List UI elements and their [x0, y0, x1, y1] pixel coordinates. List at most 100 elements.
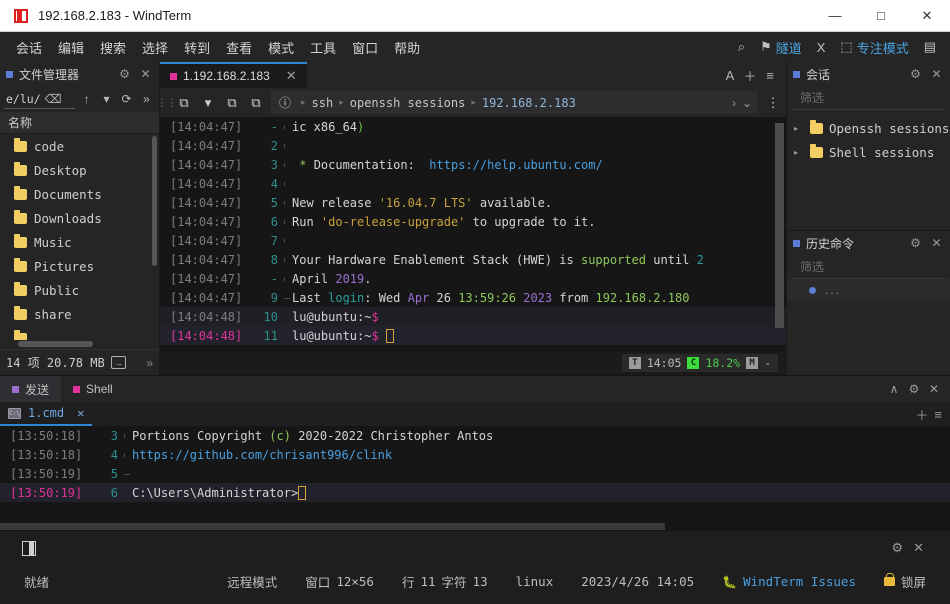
terminal-output[interactable]: [14:04:47] - ic x86_64) [14:04:47] 2 [14:04:4… — [160, 117, 786, 351]
list-item[interactable]: Desktop — [0, 158, 159, 182]
file-list-scrollbar[interactable] — [152, 136, 157, 266]
list-item[interactable]: Documents — [0, 182, 159, 206]
status-mode[interactable]: 远程模式 — [227, 572, 277, 591]
add-tab-icon[interactable]: ＋ — [741, 66, 759, 84]
line-segment: 2023 — [523, 290, 553, 305]
file-list[interactable]: code Desktop Documents Downloads Music P… — [0, 134, 159, 340]
sessions-filter-placeholder: 筛选 — [800, 91, 825, 105]
status-window-size[interactable]: 窗口 12×56 — [305, 572, 374, 591]
close-icon[interactable]: ✕ — [138, 67, 153, 82]
sessions-tree[interactable]: ▸ Openssh sessions ▸ Shell sessions — [787, 110, 950, 230]
history-list[interactable]: ... — [787, 279, 950, 375]
font-icon[interactable]: A — [721, 66, 739, 84]
tab-menu-icon[interactable]: ≡ — [934, 407, 942, 422]
menu-item-view[interactable]: 查看 — [218, 35, 260, 60]
duplicate-session-icon[interactable]: ⧉ — [245, 92, 267, 114]
transfer-icon[interactable]: → — [110, 356, 126, 369]
terminal-scrollbar[interactable] — [775, 123, 784, 328]
chevron-right-icon[interactable]: ▸ — [794, 124, 804, 133]
toolbar-more-icon[interactable]: ⋮ — [762, 92, 784, 114]
info-icon[interactable]: ⓘ — [275, 94, 295, 111]
close-icon[interactable]: ✕ — [929, 236, 944, 251]
path-input[interactable]: e/lu/ ⌫ — [4, 90, 75, 109]
gear-icon[interactable]: ⚙ — [908, 67, 923, 82]
history-filter-input[interactable]: 筛选 — [792, 255, 945, 279]
status-lock-button[interactable]: 锁屏 — [883, 572, 926, 591]
list-item[interactable] — [0, 326, 159, 340]
sessions-filter-input[interactable]: 筛选 — [792, 86, 945, 110]
add-tab-icon[interactable]: ＋ — [915, 405, 928, 424]
close-icon[interactable]: ✕ — [286, 68, 297, 84]
list-item[interactable]: Public — [0, 278, 159, 302]
status-cursor-position[interactable]: 行 11 字符 13 — [402, 572, 488, 591]
tab-send[interactable]: 发送 — [0, 376, 62, 402]
gear-icon[interactable]: ⚙ — [908, 236, 923, 251]
chevron-down-icon[interactable]: ▾ — [98, 90, 115, 109]
line-segment: login — [328, 290, 365, 305]
tab-192-168-2-183[interactable]: 1.192.168.2.183 ✕ — [160, 62, 307, 88]
subtab-1-cmd[interactable]: C:\ 1.cmd ✕ — [0, 402, 93, 426]
collapse-icon[interactable]: ∧ — [886, 381, 902, 397]
chevron-right-icon[interactable]: › — [732, 96, 736, 110]
gear-icon[interactable]: ⚙ — [906, 381, 922, 397]
focus-mode-button[interactable]: ⬚ 专注模式 — [834, 35, 914, 60]
status-issues-link[interactable]: 🐛 WindTerm Issues — [722, 574, 856, 589]
list-item[interactable]: Downloads — [0, 206, 159, 230]
menu-item-session[interactable]: 会话 — [8, 35, 50, 60]
tab-shell[interactable]: Shell — [61, 376, 125, 402]
terminal-line: [13:50:18] 3 Portions Copyright (c) 2020-2… — [0, 426, 950, 445]
menu-item-search[interactable]: 搜索 — [92, 35, 134, 60]
file-column-header[interactable]: 名称 — [0, 112, 159, 134]
list-item[interactable]: share — [0, 302, 159, 326]
status-platform[interactable]: linux — [516, 574, 554, 589]
minimize-button[interactable]: — — [812, 0, 858, 32]
list-item[interactable]: ... — [787, 279, 950, 301]
up-icon[interactable]: ↑ — [78, 90, 95, 109]
gear-icon[interactable]: ⚙ — [891, 540, 903, 556]
close-icon[interactable]: ✕ — [77, 406, 84, 420]
bottom-terminal-hscroll[interactable] — [0, 523, 665, 530]
new-session-icon[interactable]: ⧉ — [173, 92, 195, 114]
close-button[interactable]: ✕ — [904, 0, 950, 32]
more-icon[interactable]: » — [138, 90, 155, 109]
file-list-hscroll[interactable] — [0, 340, 159, 349]
breadcrumb[interactable]: ⓘ ▸ ssh ▸ openssh sessions ▸ 192.168.2.1… — [271, 91, 758, 114]
search-icon[interactable]: ⌕ — [732, 36, 751, 58]
menu-item-window[interactable]: 窗口 — [344, 35, 386, 60]
tunnel-button[interactable]: ⚑ 隧道 — [754, 35, 808, 60]
list-item[interactable]: Pictures — [0, 254, 159, 278]
tree-item-openssh-sessions[interactable]: ▸ Openssh sessions — [787, 116, 950, 140]
menu-item-help[interactable]: 帮助 — [386, 35, 428, 60]
chevron-down-icon[interactable]: ⌄ — [742, 96, 752, 110]
clear-icon[interactable]: ⌫ — [45, 89, 62, 108]
chevron-right-icon[interactable]: ▸ — [794, 148, 804, 157]
breadcrumb-ssh[interactable]: ssh — [312, 96, 334, 110]
menu-item-tools[interactable]: 工具 — [302, 35, 344, 60]
status-more-icon[interactable]: » — [146, 356, 153, 370]
tab-menu-icon[interactable]: ≡ — [761, 66, 779, 84]
toolbar-grip[interactable]: ⋮⋮ — [157, 94, 178, 112]
list-item[interactable]: Music — [0, 230, 159, 254]
gear-icon[interactable]: ⚙ — [117, 67, 132, 82]
chevron-down-icon[interactable]: ▾ — [197, 92, 219, 114]
bottom-terminal-output[interactable]: [13:50:18] 3 Portions Copyright (c) 2020-2… — [0, 426, 950, 530]
x-button[interactable]: X — [811, 37, 832, 58]
close-session-icon[interactable]: ⧉ — [221, 92, 243, 114]
menu-item-mode[interactable]: 模式 — [260, 35, 302, 60]
list-item[interactable]: code — [0, 134, 159, 158]
line-number: 5 — [110, 466, 118, 481]
close-icon[interactable]: ✕ — [929, 67, 944, 82]
layout-icon[interactable]: ▤ — [918, 36, 942, 58]
close-icon[interactable]: ✕ — [913, 540, 924, 556]
line-number: 6 — [110, 485, 118, 500]
refresh-icon[interactable]: ⟳ — [118, 90, 135, 109]
close-icon[interactable]: ✕ — [926, 381, 942, 397]
maximize-button[interactable]: □ — [858, 0, 904, 32]
menu-item-goto[interactable]: 转到 — [176, 35, 218, 60]
tree-item-shell-sessions[interactable]: ▸ Shell sessions — [787, 140, 950, 164]
breadcrumb-host[interactable]: 192.168.2.183 — [482, 96, 576, 110]
menu-item-edit[interactable]: 编辑 — [50, 35, 92, 60]
menu-item-select[interactable]: 选择 — [134, 35, 176, 60]
file-list-hscroll-thumb[interactable] — [18, 341, 93, 347]
breadcrumb-openssh-sessions[interactable]: openssh sessions — [350, 96, 466, 110]
